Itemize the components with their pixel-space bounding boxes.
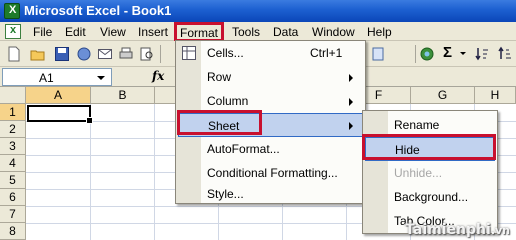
active-cell-a1[interactable] — [27, 105, 93, 124]
format-style-label: Style... — [207, 187, 244, 201]
toolbar-separator — [415, 45, 416, 63]
highlight-box-sheet — [177, 110, 262, 135]
format-cells-icon — [182, 46, 196, 60]
chevron-down-icon[interactable] — [97, 76, 105, 80]
window-title: Microsoft Excel - Book1 — [24, 3, 172, 18]
gridline — [154, 104, 155, 240]
select-all-corner[interactable] — [0, 87, 26, 104]
new-icon[interactable] — [6, 46, 22, 62]
print-icon[interactable] — [118, 46, 134, 62]
permission-icon[interactable] — [76, 46, 92, 62]
save-icon[interactable] — [54, 46, 70, 62]
watermark-name: Taimienphi — [405, 222, 491, 238]
format-autoformat-label: AutoFormat... — [207, 142, 280, 156]
name-box-value: A1 — [39, 71, 54, 85]
column-header-g[interactable]: G — [411, 87, 475, 104]
watermark-tld: .vn — [490, 224, 510, 237]
sheet-background-label: Background... — [394, 190, 469, 204]
research-icon[interactable] — [370, 46, 386, 62]
row-header-3[interactable]: 3 — [0, 138, 26, 155]
menu-help[interactable]: Help — [365, 25, 394, 40]
autosum-icon[interactable]: Σ — [443, 44, 459, 61]
email-icon[interactable] — [97, 46, 113, 62]
format-row-label: Row — [207, 70, 232, 84]
gridline — [90, 104, 91, 240]
excel-app-icon — [4, 3, 20, 19]
menu-insert[interactable]: Insert — [136, 25, 170, 40]
column-header-b[interactable]: B — [91, 87, 155, 104]
format-conditional-item[interactable]: Conditional Formatting... — [176, 161, 365, 185]
format-cells-item[interactable]: Cells... Ctrl+1 — [176, 41, 365, 65]
submenu-arrow-icon — [349, 98, 353, 106]
menu-tools[interactable]: Tools — [230, 25, 262, 40]
submenu-arrow-icon — [349, 122, 353, 130]
format-autoformat-item[interactable]: AutoFormat... — [176, 137, 365, 161]
column-header-h[interactable]: H — [475, 87, 516, 104]
row-header-6[interactable]: 6 — [0, 189, 26, 206]
menu-view[interactable]: View — [98, 25, 128, 40]
menu-edit[interactable]: Edit — [63, 25, 88, 40]
menu-format[interactable]: Format — [174, 22, 225, 42]
sort-ascending-icon[interactable] — [474, 46, 490, 62]
format-style-item[interactable]: Style... — [176, 185, 365, 203]
print-preview-icon[interactable] — [139, 46, 155, 62]
submenu-arrow-icon — [349, 74, 353, 82]
row-header-7[interactable]: 7 — [0, 206, 26, 223]
column-header-a[interactable]: A — [26, 87, 91, 104]
sheet-background-item[interactable]: Background... — [363, 185, 497, 209]
row-header-5[interactable]: 5 — [0, 172, 26, 189]
format-cells-shortcut: Ctrl+1 — [310, 46, 343, 60]
sheet-submenu: Rename Hide Unhide... Background... Tab … — [362, 110, 498, 234]
workbook-icon[interactable] — [5, 24, 21, 39]
name-box[interactable]: A1 — [2, 68, 112, 86]
menu-window[interactable]: Window — [310, 25, 357, 40]
format-conditional-label: Conditional Formatting... — [207, 166, 338, 180]
format-row-item[interactable]: Row — [176, 65, 365, 89]
row-header-2[interactable]: 2 — [0, 121, 26, 138]
insert-function-icon[interactable]: fx — [152, 69, 164, 83]
autosum-dropdown-icon[interactable] — [460, 52, 466, 55]
row-header-1[interactable]: 1 — [0, 104, 26, 121]
row-header-8[interactable]: 8 — [0, 223, 26, 240]
format-cells-label: Cells... — [207, 46, 244, 60]
menu-bar: File Edit View Insert Format Tools Data … — [0, 22, 516, 42]
sheet-unhide-label: Unhide... — [394, 166, 443, 180]
toolbar-separator — [160, 45, 161, 63]
open-icon[interactable] — [30, 46, 46, 62]
highlight-box-hide — [362, 134, 496, 160]
menu-data[interactable]: Data — [271, 25, 300, 40]
menu-file[interactable]: File — [31, 25, 54, 40]
title-bar: Microsoft Excel - Book1 — [0, 0, 516, 22]
watermark: Taimienphi.vn — [405, 222, 510, 238]
hyperlink-icon[interactable] — [419, 46, 435, 62]
row-header-4[interactable]: 4 — [0, 155, 26, 172]
sheet-unhide-item: Unhide... — [363, 161, 497, 185]
sort-descending-icon[interactable] — [497, 46, 513, 62]
